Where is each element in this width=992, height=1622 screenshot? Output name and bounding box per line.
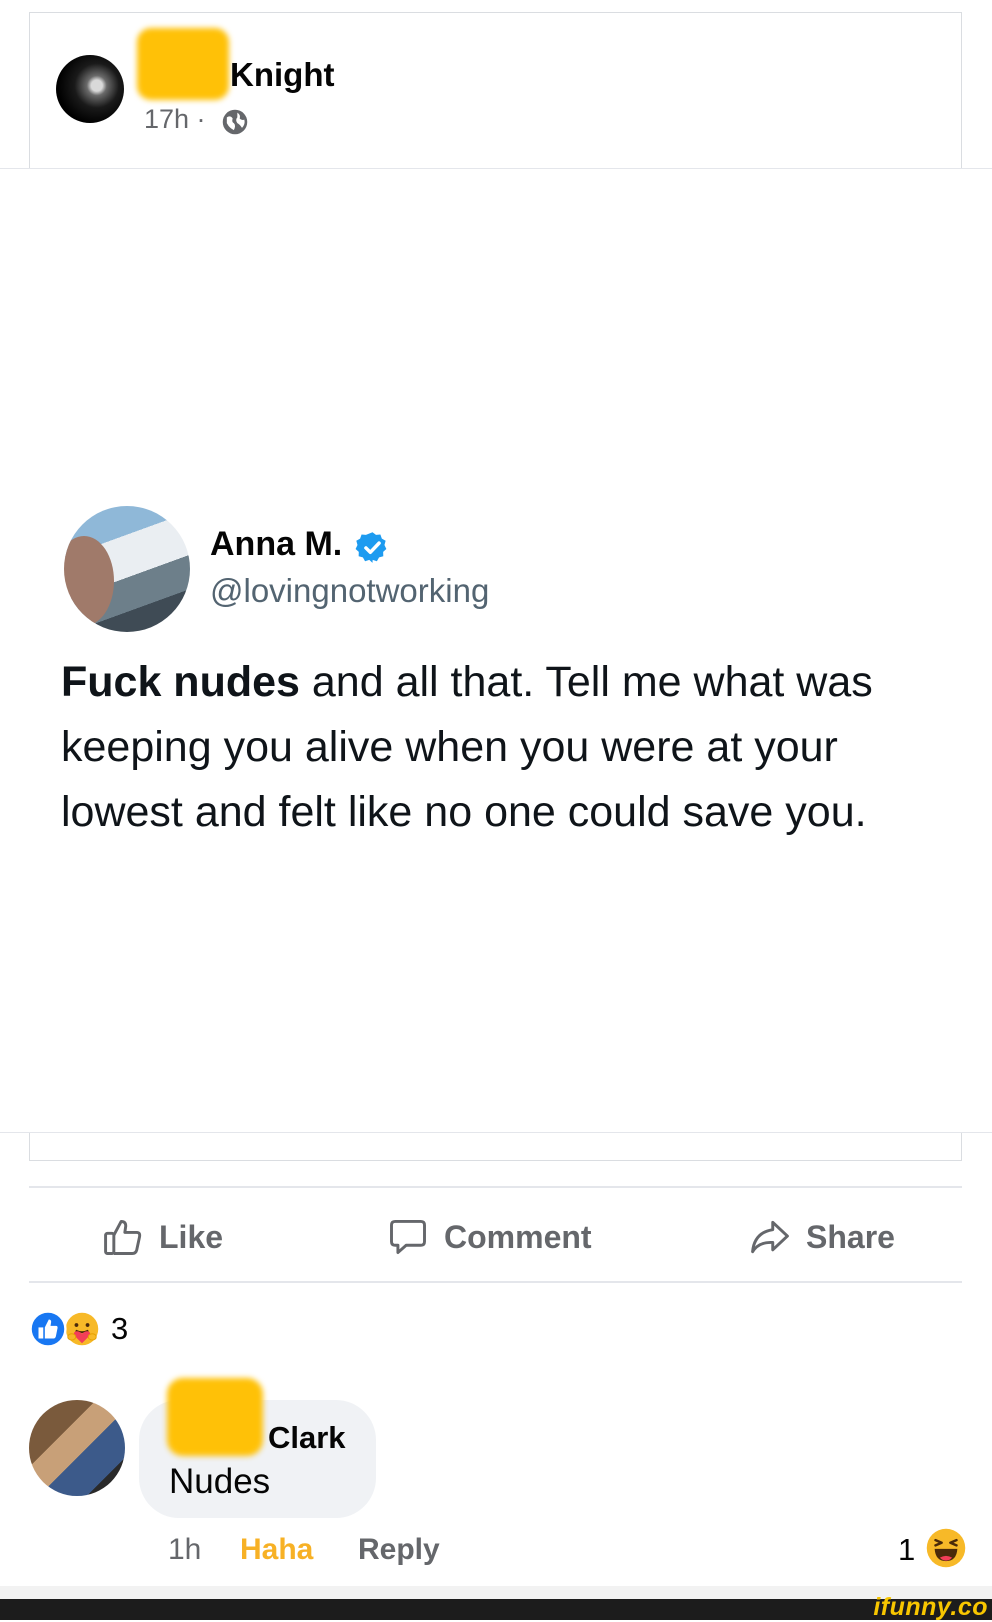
share-arrow-icon xyxy=(751,1220,789,1254)
comment-icon xyxy=(390,1219,426,1255)
tweet-handle[interactable]: @lovingnotworking xyxy=(210,572,489,610)
post-timestamp[interactable]: 17h · xyxy=(144,104,206,135)
like-reaction-icon xyxy=(29,1310,67,1348)
commenter-name[interactable]: Clark xyxy=(268,1420,346,1456)
comment-button[interactable]: Comment xyxy=(386,1212,592,1262)
tweet-author-avatar[interactable] xyxy=(64,506,190,632)
globe-icon xyxy=(222,109,248,135)
care-reaction-icon xyxy=(63,1310,101,1348)
reaction-summary[interactable]: 3 xyxy=(29,1310,128,1348)
media-frame-bottom xyxy=(29,1133,962,1161)
comment-reply-button[interactable]: Reply xyxy=(358,1533,440,1567)
comment-haha-reaction[interactable]: Haha xyxy=(240,1533,313,1567)
like-label: Like xyxy=(159,1218,224,1255)
comment-text: Nudes xyxy=(169,1462,271,1501)
thumbs-up-icon xyxy=(104,1219,142,1255)
ifunny-watermark: ifunny.co xyxy=(873,1593,988,1621)
commenter-name-redaction xyxy=(167,1378,263,1456)
watermark-bar xyxy=(0,1599,992,1620)
share-button[interactable]: Share xyxy=(748,1212,895,1262)
poster-name[interactable]: Knight xyxy=(230,56,334,94)
comment-timestamp[interactable]: 1h xyxy=(168,1533,201,1567)
tweet-text-bold: Fuck nudes xyxy=(61,658,300,706)
tweet-author-name[interactable]: Anna M. xyxy=(210,525,342,564)
actions-divider-bottom xyxy=(29,1281,962,1283)
watermark-stripe xyxy=(0,1586,992,1599)
comment-reaction-count[interactable]: 1 xyxy=(898,1532,915,1568)
reaction-count: 3 xyxy=(111,1311,129,1346)
haha-emoji-icon[interactable] xyxy=(925,1527,967,1569)
poster-name-redaction xyxy=(137,28,229,100)
comment-label: Comment xyxy=(444,1218,592,1255)
like-button[interactable]: Like xyxy=(101,1212,223,1262)
tweet-text: Fuck nudes and all that. Tell me what wa… xyxy=(61,650,961,845)
commenter-avatar[interactable] xyxy=(29,1400,125,1496)
verified-badge-icon xyxy=(355,532,387,563)
actions-divider-top xyxy=(29,1186,962,1188)
poster-avatar[interactable] xyxy=(56,55,124,123)
header-divider xyxy=(0,168,992,169)
share-label: Share xyxy=(806,1218,895,1255)
